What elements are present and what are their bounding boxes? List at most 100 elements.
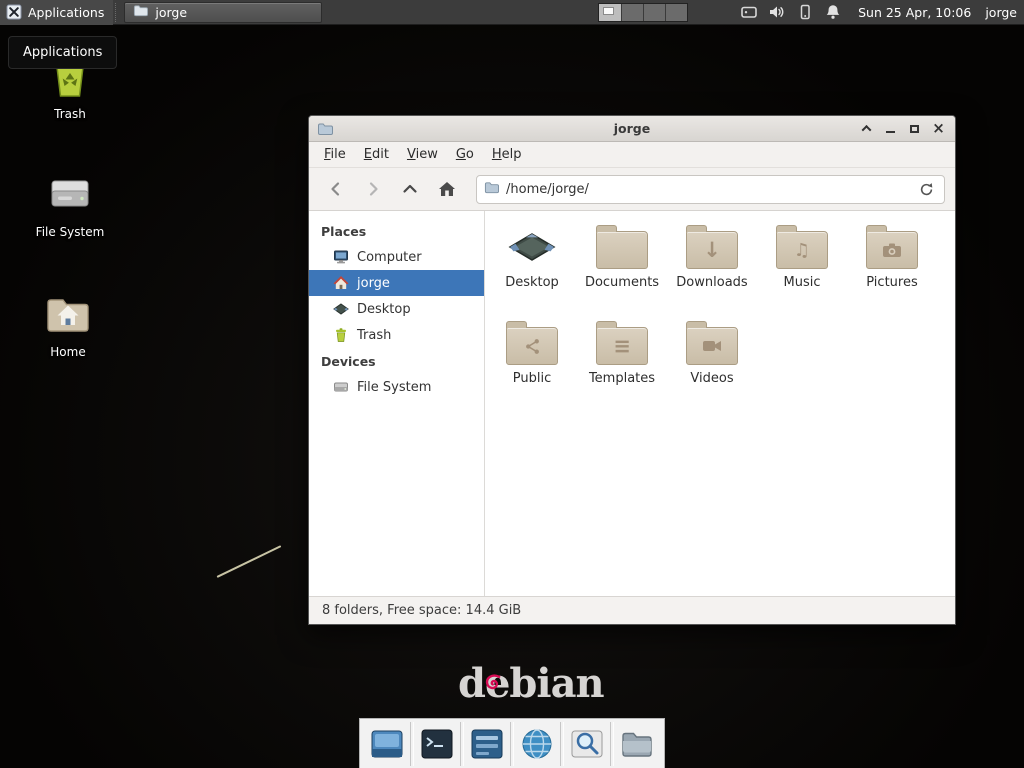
folder-item-templates[interactable]: ≡ Templates (577, 319, 667, 413)
window-folder-icon (317, 121, 333, 137)
home-button[interactable] (430, 174, 464, 204)
sidebar-item-label: File System (357, 380, 431, 395)
tablet-icon[interactable] (740, 3, 758, 21)
dock-separator (410, 722, 414, 766)
sidebar-item-label: Desktop (357, 302, 411, 317)
folder-label: Downloads (667, 275, 757, 290)
folder-item-music[interactable]: ♫ Music (757, 223, 847, 317)
workspace-1[interactable] (599, 4, 621, 21)
desktop-icon-home[interactable]: Home (20, 290, 116, 359)
home-icon (333, 275, 349, 291)
folder-label: Templates (577, 371, 667, 386)
folder-item-videos[interactable]: Videos (667, 319, 757, 413)
file-grid: Desktop Documents ↓ Downloads ♫ Mu (485, 211, 955, 596)
applications-label: Applications (28, 5, 104, 20)
sidebar-item-desktop[interactable]: Desktop (309, 296, 484, 322)
volume-icon[interactable] (768, 3, 786, 21)
sidebar-item-trash[interactable]: Trash (309, 322, 484, 348)
drive-icon (46, 170, 94, 218)
path-folder-icon (484, 180, 499, 199)
sidebar-devices-header: Devices (309, 348, 484, 374)
sidebar-item-label: Computer (357, 250, 422, 265)
folder-label: Videos (667, 371, 757, 386)
maximize-button[interactable] (906, 120, 923, 137)
sidebar-item-computer[interactable]: Computer (309, 244, 484, 270)
camera-emblem (867, 232, 917, 268)
templates-folder-icon: ≡ (596, 319, 648, 367)
clock[interactable]: Sun 25 Apr, 10:06 (858, 5, 971, 20)
show-desktop-icon (370, 727, 404, 761)
menubar: File Edit View Go Help (309, 142, 955, 168)
menu-go[interactable]: Go (447, 143, 483, 166)
folder-label: Documents (577, 275, 667, 290)
dock-show-desktop-button[interactable] (365, 722, 409, 766)
dock-terminal-button[interactable] (415, 722, 459, 766)
music-folder-icon: ♫ (776, 223, 828, 271)
menu-edit[interactable]: Edit (355, 143, 398, 166)
documents-folder-icon (596, 223, 648, 271)
dock-app-finder-button[interactable] (565, 722, 609, 766)
videos-folder-icon (686, 319, 738, 367)
back-button[interactable] (319, 174, 353, 204)
workspace-4[interactable] (665, 4, 687, 21)
sidebar-item-file-system[interactable]: File System (309, 374, 484, 400)
public-folder-icon (506, 319, 558, 367)
bottom-dock (359, 718, 665, 768)
panel-separator (115, 3, 119, 22)
folder-item-downloads[interactable]: ↓ Downloads (667, 223, 757, 317)
web-browser-globe-icon (520, 727, 554, 761)
path-text[interactable]: /home/jorge/ (506, 182, 908, 197)
computer-icon (333, 249, 349, 265)
pictures-folder-icon (866, 223, 918, 271)
folder-item-public[interactable]: Public (487, 319, 577, 413)
folder-label: Pictures (847, 275, 937, 290)
folder-label: Public (487, 371, 577, 386)
workspace-3[interactable] (643, 4, 665, 21)
folder-item-pictures[interactable]: Pictures (847, 223, 937, 317)
dock-text-editor-button[interactable] (465, 722, 509, 766)
desktop-icon-label: File System (22, 225, 118, 239)
dock-separator (460, 722, 464, 766)
close-button[interactable]: × (930, 120, 947, 137)
dock-web-browser-button[interactable] (515, 722, 559, 766)
taskbar-label: jorge (155, 5, 187, 20)
forward-button[interactable] (356, 174, 390, 204)
workspace-switcher[interactable] (598, 3, 688, 22)
minimize-button[interactable] (882, 120, 899, 137)
menu-view[interactable]: View (398, 143, 447, 166)
folder-label: Music (757, 275, 847, 290)
device-icon[interactable] (796, 3, 814, 21)
desktop-icon-file-system[interactable]: File System (22, 170, 118, 239)
menu-help[interactable]: Help (483, 143, 531, 166)
notification-bell-icon[interactable] (824, 3, 842, 21)
up-button[interactable] (393, 174, 427, 204)
applications-menu-button[interactable]: Applications (0, 0, 113, 25)
location-bar[interactable]: /home/jorge/ (476, 175, 945, 204)
top-panel: Applications jorge (0, 0, 1024, 25)
dock-separator (510, 722, 514, 766)
desktop: Applications jorge (0, 0, 1024, 768)
drive-small-icon (333, 379, 349, 395)
debian-swirl-icon (484, 655, 502, 702)
workspace-window-preview (603, 7, 614, 15)
folder-item-documents[interactable]: Documents (577, 223, 667, 317)
refresh-button[interactable] (915, 178, 937, 200)
sidebar-item-label: Trash (357, 328, 391, 343)
downloads-folder-icon: ↓ (686, 223, 738, 271)
dock-separator (610, 722, 614, 766)
video-camera-emblem (687, 328, 737, 364)
sidebar-places-header: Places (309, 218, 484, 244)
folder-item-desktop[interactable]: Desktop (487, 223, 577, 317)
menu-file[interactable]: File (315, 143, 355, 166)
stray-line-artifact (217, 545, 282, 578)
trash-small-icon (333, 327, 349, 343)
workspace-2[interactable] (621, 4, 643, 21)
shade-button[interactable] (858, 120, 875, 137)
desktop-icon-label: Home (20, 345, 116, 359)
sidebar: Places Computer jorge Desktop Trash (309, 211, 485, 596)
dock-file-manager-button[interactable] (615, 722, 659, 766)
titlebar[interactable]: jorge × (309, 116, 955, 142)
panel-username[interactable]: jorge (985, 5, 1017, 20)
taskbar-button-jorge[interactable]: jorge (124, 2, 322, 23)
sidebar-item-jorge[interactable]: jorge (309, 270, 484, 296)
